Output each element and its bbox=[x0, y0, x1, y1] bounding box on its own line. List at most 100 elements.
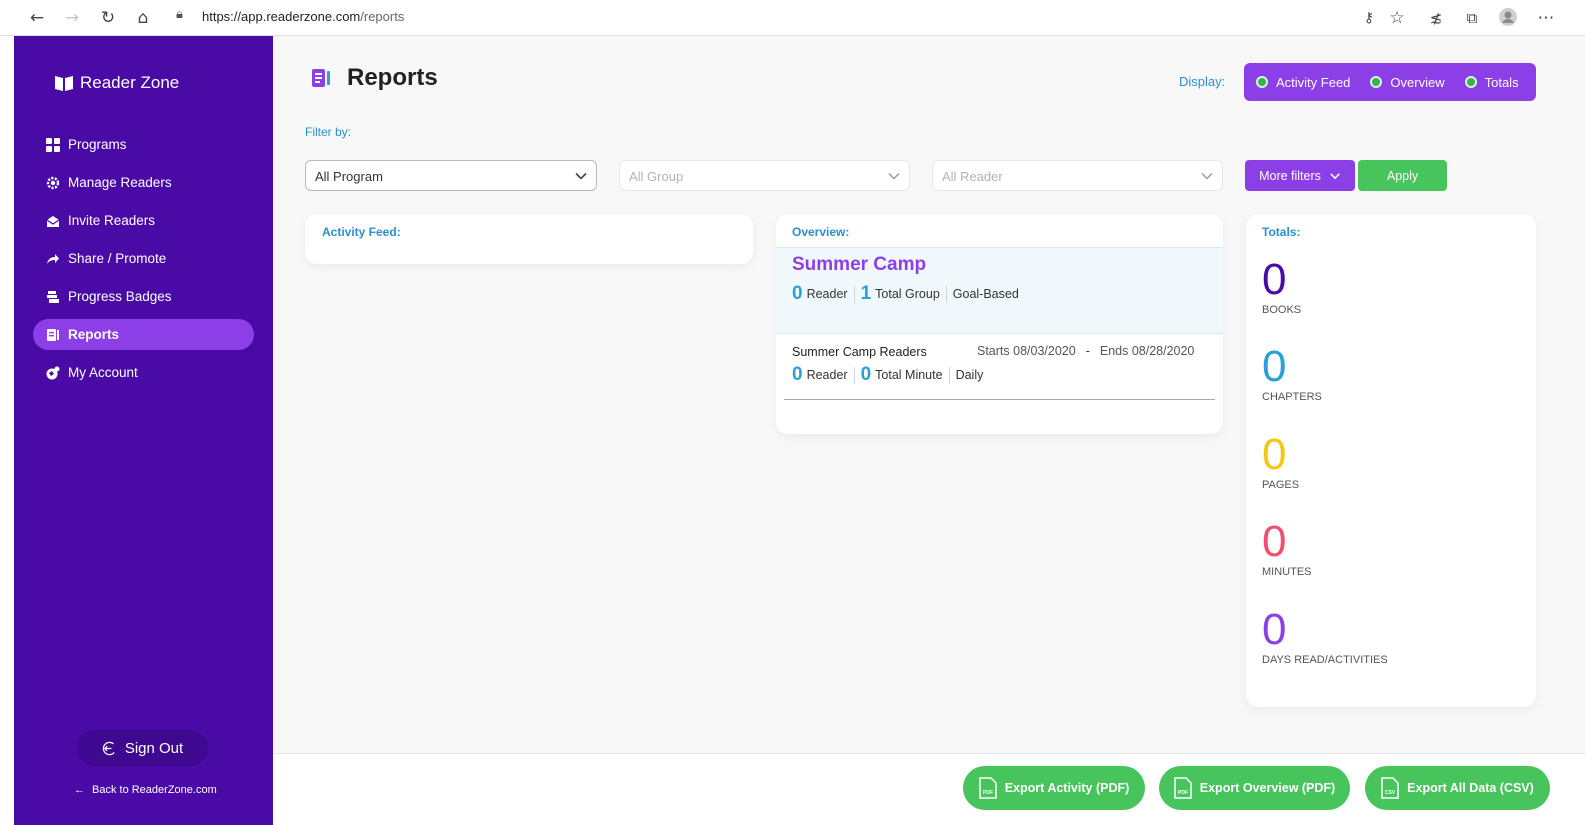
group-stats: 0 Reader 0 Total Minute Daily bbox=[792, 364, 983, 386]
display-option-label: Overview bbox=[1390, 74, 1445, 90]
sign-out-button[interactable]: Sign Out bbox=[77, 730, 208, 766]
program-row[interactable]: Summer Camp 0 Reader 1 Total Group Goal-… bbox=[776, 247, 1223, 334]
display-option-totals[interactable]: Totals bbox=[1464, 74, 1519, 90]
export-activity-button[interactable]: PDF Export Activity (PDF) bbox=[963, 766, 1145, 810]
program-groups-count: 1 bbox=[860, 283, 872, 304]
share-icon bbox=[47, 253, 59, 264]
browser-toolbar: ← → ↻ ⌂ 🔒︎ https://app.readerzone.com/re… bbox=[0, 0, 1585, 36]
program-select[interactable]: All Program bbox=[305, 160, 597, 191]
chevron-down-icon bbox=[1201, 173, 1213, 180]
group-dates: Starts 08/03/2020- Ends 08/28/2020 bbox=[977, 344, 1194, 358]
key-icon[interactable]: ⚷ bbox=[1358, 7, 1380, 29]
sidebar-item-reports[interactable]: Reports bbox=[33, 319, 254, 350]
svg-text:PDF: PDF bbox=[983, 790, 993, 796]
total-label: PAGES bbox=[1262, 479, 1300, 491]
sidebar-item-programs[interactable]: Programs bbox=[33, 129, 254, 160]
display-options: Activity Feed Overview Totals bbox=[1244, 63, 1536, 101]
window-edge bbox=[0, 36, 14, 825]
display-option-label: Totals bbox=[1484, 74, 1519, 90]
radio-selected-icon bbox=[1256, 76, 1268, 88]
gear-icon bbox=[46, 176, 60, 189]
divider bbox=[948, 366, 950, 384]
sidebar-item-my-account[interactable]: My Account bbox=[33, 357, 254, 388]
filter-label: Filter by: bbox=[305, 125, 352, 139]
overview-label: Overview: bbox=[792, 225, 850, 239]
export-all-data-button[interactable]: CSV Export All Data (CSV) bbox=[1365, 766, 1550, 810]
lock-icon: 🔒︎ bbox=[176, 7, 183, 22]
program-type: Goal-Based bbox=[952, 287, 1019, 301]
home-icon[interactable]: ⌂ bbox=[132, 7, 154, 29]
program-name[interactable]: Summer Camp bbox=[792, 254, 926, 276]
page-header: Reports bbox=[311, 64, 438, 92]
group-minutes-label: Total Minute bbox=[875, 368, 943, 382]
reader-select-value: All Reader bbox=[942, 169, 1003, 184]
collections-icon[interactable]: ⧉ bbox=[1461, 7, 1483, 29]
badge-icon bbox=[47, 290, 59, 303]
back-to-readerzone-link[interactable]: ← Back to ReaderZone.com bbox=[74, 784, 217, 796]
footer-bar: PDF Export Activity (PDF) PDF Export Ove… bbox=[273, 753, 1585, 825]
back-arrow-icon[interactable]: ← bbox=[26, 7, 48, 29]
sidebar-item-label: Programs bbox=[68, 137, 127, 152]
reader-select[interactable]: All Reader bbox=[932, 160, 1223, 191]
profile-icon[interactable] bbox=[1497, 7, 1519, 29]
more-menu-icon[interactable]: ⋯ bbox=[1535, 7, 1557, 29]
book-icon bbox=[55, 76, 73, 91]
favorites-icon[interactable]: ≴ bbox=[1425, 7, 1447, 29]
chevron-down-icon bbox=[575, 172, 587, 180]
chevron-down-icon bbox=[1330, 172, 1340, 179]
group-select-value: All Group bbox=[629, 169, 684, 184]
sign-out-label: Sign Out bbox=[124, 739, 184, 757]
sign-out-icon bbox=[102, 741, 117, 755]
sidebar-item-label: Share / Promote bbox=[68, 251, 167, 266]
sidebar-item-manage-readers[interactable]: Manage Readers bbox=[33, 167, 254, 198]
totals-label: Totals: bbox=[1262, 225, 1301, 239]
more-filters-label: More filters bbox=[1259, 168, 1321, 183]
chevron-down-icon bbox=[888, 173, 900, 180]
radio-selected-icon bbox=[1370, 76, 1383, 88]
sidebar-item-share-promote[interactable]: Share / Promote bbox=[33, 243, 254, 274]
pdf-file-icon: PDF bbox=[978, 777, 997, 799]
svg-text:PDF: PDF bbox=[1178, 790, 1188, 796]
report-icon bbox=[312, 69, 330, 87]
star-icon[interactable]: ☆ bbox=[1386, 7, 1408, 29]
display-option-activity-feed[interactable]: Activity Feed bbox=[1256, 75, 1350, 90]
refresh-icon[interactable]: ↻ bbox=[97, 7, 119, 29]
total-label: DAYS READ/ACTIVITIES bbox=[1262, 654, 1388, 666]
group-select[interactable]: All Group bbox=[619, 160, 910, 191]
radio-selected-icon bbox=[1464, 76, 1477, 88]
svg-text:CSV: CSV bbox=[1385, 790, 1396, 796]
address-bar[interactable]: 🔒︎ https://app.readerzone.com/reports bbox=[168, 6, 1358, 30]
csv-file-icon: CSV bbox=[1381, 777, 1399, 799]
total-value: 0 bbox=[1262, 517, 1287, 566]
more-filters-button[interactable]: More filters bbox=[1245, 160, 1355, 191]
sidebar-item-invite-readers[interactable]: Invite Readers bbox=[33, 205, 254, 236]
end-date: Ends 08/28/2020 bbox=[1099, 344, 1195, 358]
apply-button[interactable]: Apply bbox=[1358, 160, 1447, 191]
display-option-overview[interactable]: Overview bbox=[1370, 74, 1445, 90]
pdf-file-icon: PDF bbox=[1174, 777, 1192, 799]
sidebar-item-label: Progress Badges bbox=[68, 289, 172, 304]
report-icon bbox=[47, 328, 59, 341]
export-activity-label: Export Activity (PDF) bbox=[1004, 781, 1130, 795]
export-overview-label: Export Overview (PDF) bbox=[1199, 781, 1336, 795]
export-overview-button[interactable]: PDF Export Overview (PDF) bbox=[1159, 766, 1350, 810]
account-icon bbox=[46, 366, 60, 379]
start-date: Starts 08/03/2020 bbox=[977, 344, 1076, 358]
overview-card: Overview: Summer Camp 0 Reader 1 Total G… bbox=[776, 214, 1223, 434]
divider-line bbox=[784, 399, 1215, 400]
group-minutes-count: 0 bbox=[860, 364, 872, 385]
export-all-data-label: Export All Data (CSV) bbox=[1407, 781, 1534, 795]
total-value: 0 bbox=[1262, 255, 1287, 304]
total-value: 0 bbox=[1262, 342, 1287, 391]
group-name[interactable]: Summer Camp Readers bbox=[792, 345, 927, 359]
total-days-read: 0 DAYS READ/ACTIVITIES bbox=[1262, 608, 1388, 667]
grid-icon bbox=[46, 137, 60, 152]
sidebar-item-progress-badges[interactable]: Progress Badges bbox=[33, 281, 254, 312]
page-title: Reports bbox=[347, 64, 438, 91]
display-label: Display: bbox=[1179, 74, 1226, 89]
forward-arrow-icon[interactable]: → bbox=[61, 7, 83, 29]
brand-logo[interactable]: Reader Zone bbox=[54, 72, 179, 94]
total-pages: 0 PAGES bbox=[1262, 433, 1300, 492]
program-stats: 0 Reader 1 Total Group Goal-Based bbox=[792, 283, 1019, 305]
total-minutes: 0 MINUTES bbox=[1262, 517, 1312, 579]
